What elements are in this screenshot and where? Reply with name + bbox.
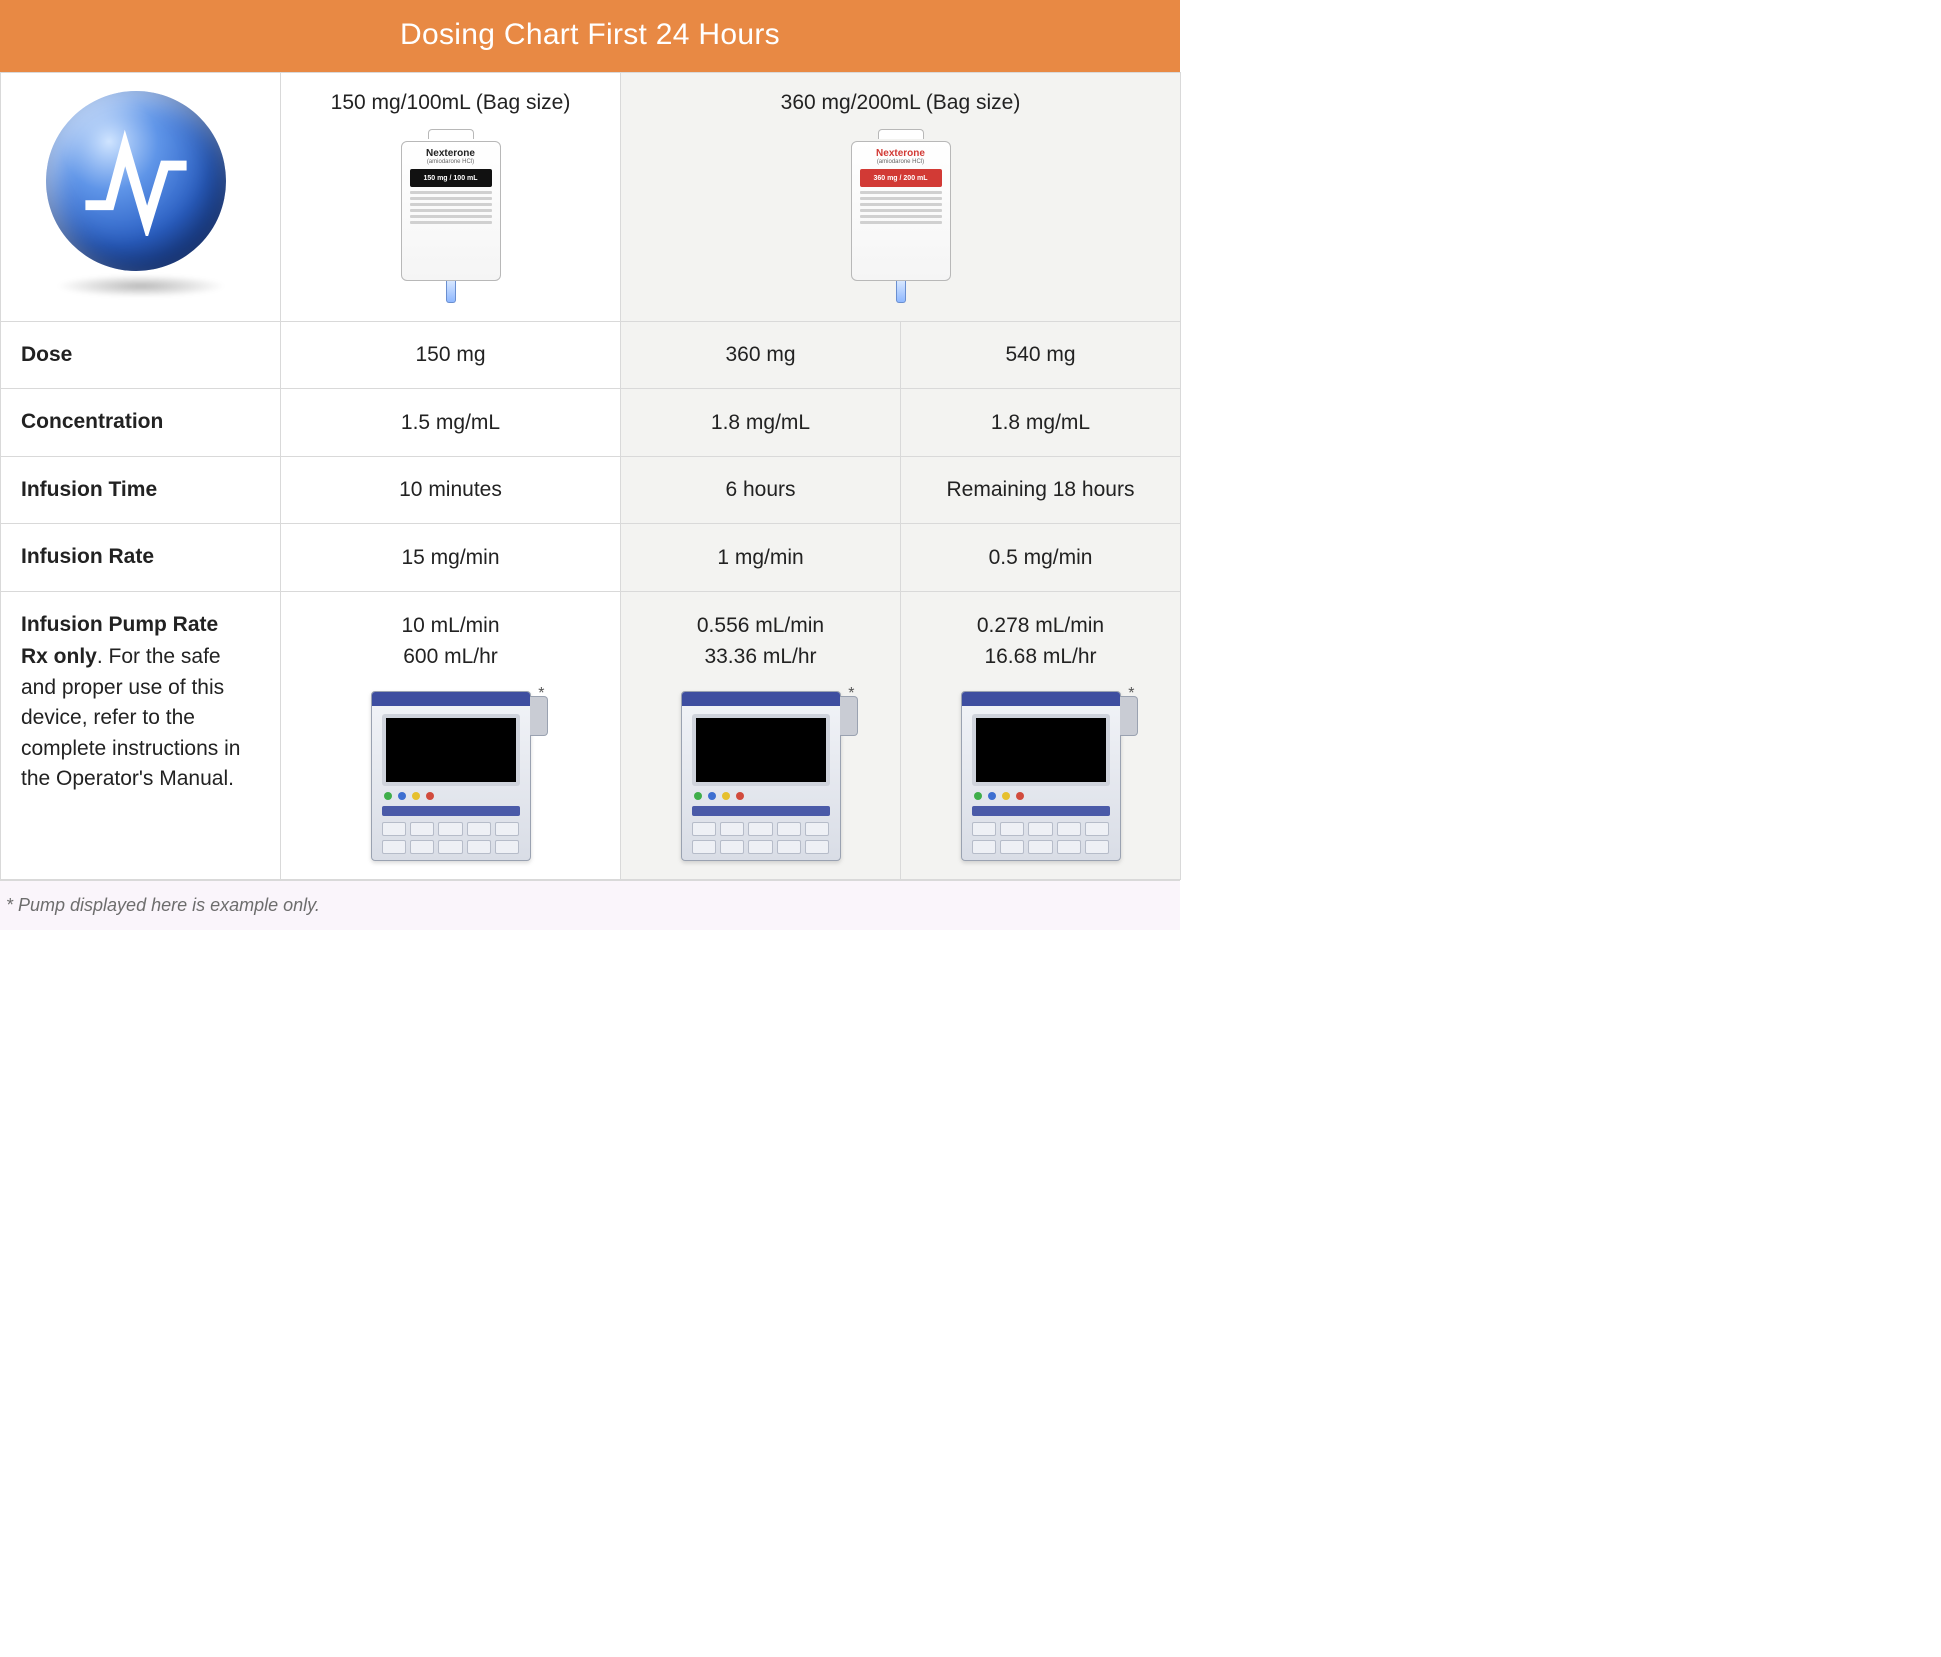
pump-c2-l1: 0.556 mL/min	[641, 610, 880, 642]
row-infusion-time: Infusion Time 10 minutes 6 hours Remaini…	[1, 456, 1181, 523]
bag-150-brand: Nexterone	[410, 148, 492, 159]
footnote: * Pump displayed here is example only.	[0, 880, 1180, 930]
chart-title: Dosing Chart First 24 Hours	[0, 0, 1180, 72]
row-dose-label: Dose	[1, 322, 281, 389]
pump-c2-l2: 33.36 mL/hr	[641, 641, 880, 673]
pump-rate-title: Infusion Pump Rate	[21, 610, 260, 640]
bag-360-brand: Nexterone	[860, 148, 942, 159]
infusion-pump-icon	[681, 691, 841, 861]
iv-bag-360-icon: Nexterone (amiodarone HCl) 360 mg / 200 …	[851, 129, 951, 303]
row-pump-rate: Infusion Pump Rate Rx only. For the safe…	[1, 591, 1181, 879]
row-inf-time-label: Infusion Time	[1, 456, 281, 523]
inftime-c3: Remaining 18 hours	[901, 456, 1181, 523]
conc-c2: 1.8 mg/mL	[621, 389, 901, 456]
row-concentration-label: Concentration	[1, 389, 281, 456]
bag-150-sub: (amiodarone HCl)	[410, 159, 492, 165]
pump-c1-l2: 600 mL/hr	[301, 641, 600, 673]
pump-c3-l2: 16.68 mL/hr	[921, 641, 1160, 673]
infusion-pump-icon	[371, 691, 531, 861]
rx-only: Rx only	[21, 645, 97, 668]
row-inf-rate-label: Infusion Rate	[1, 524, 281, 591]
dose-c1: 150 mg	[281, 322, 621, 389]
bag-150-header-cell: 150 mg/100mL (Bag size) Nexterone (amiod…	[281, 73, 621, 322]
row-infusion-rate: Infusion Rate 15 mg/min 1 mg/min 0.5 mg/…	[1, 524, 1181, 591]
row-concentration: Concentration 1.5 mg/mL 1.8 mg/mL 1.8 mg…	[1, 389, 1181, 456]
inftime-c1: 10 minutes	[281, 456, 621, 523]
dose-c2: 360 mg	[621, 322, 901, 389]
bag-150-label: 150 mg/100mL (Bag size)	[301, 91, 600, 115]
brand-logo	[46, 91, 236, 291]
infrate-c1: 15 mg/min	[281, 524, 621, 591]
bag-360-label: 360 mg/200mL (Bag size)	[641, 91, 1160, 115]
pump-c2: 0.556 mL/min 33.36 mL/hr *	[621, 591, 901, 879]
bag-360-strip: 360 mg / 200 mL	[860, 169, 942, 187]
pump-c1: 10 mL/min 600 mL/hr *	[281, 591, 621, 879]
conc-c3: 1.8 mg/mL	[901, 389, 1181, 456]
inftime-c2: 6 hours	[621, 456, 901, 523]
row-dose: Dose 150 mg 360 mg 540 mg	[1, 322, 1181, 389]
row-pump-label-cell: Infusion Pump Rate Rx only. For the safe…	[1, 591, 281, 879]
conc-c1: 1.5 mg/mL	[281, 389, 621, 456]
dose-c3: 540 mg	[901, 322, 1181, 389]
bag-360-sub: (amiodarone HCl)	[860, 159, 942, 165]
pump-c3: 0.278 mL/min 16.68 mL/hr *	[901, 591, 1181, 879]
bag-150-strip: 150 mg / 100 mL	[410, 169, 492, 187]
dosing-table: 150 mg/100mL (Bag size) Nexterone (amiod…	[0, 72, 1181, 880]
infusion-pump-icon	[961, 691, 1121, 861]
infrate-c3: 0.5 mg/min	[901, 524, 1181, 591]
pump-c3-l1: 0.278 mL/min	[921, 610, 1160, 642]
logo-cell	[1, 73, 281, 322]
bag-360-header-cell: 360 mg/200mL (Bag size) Nexterone (amiod…	[621, 73, 1181, 322]
pump-c1-l1: 10 mL/min	[301, 610, 600, 642]
infrate-c2: 1 mg/min	[621, 524, 901, 591]
iv-bag-150-icon: Nexterone (amiodarone HCl) 150 mg / 100 …	[401, 129, 501, 303]
logo-n-icon	[81, 126, 191, 236]
